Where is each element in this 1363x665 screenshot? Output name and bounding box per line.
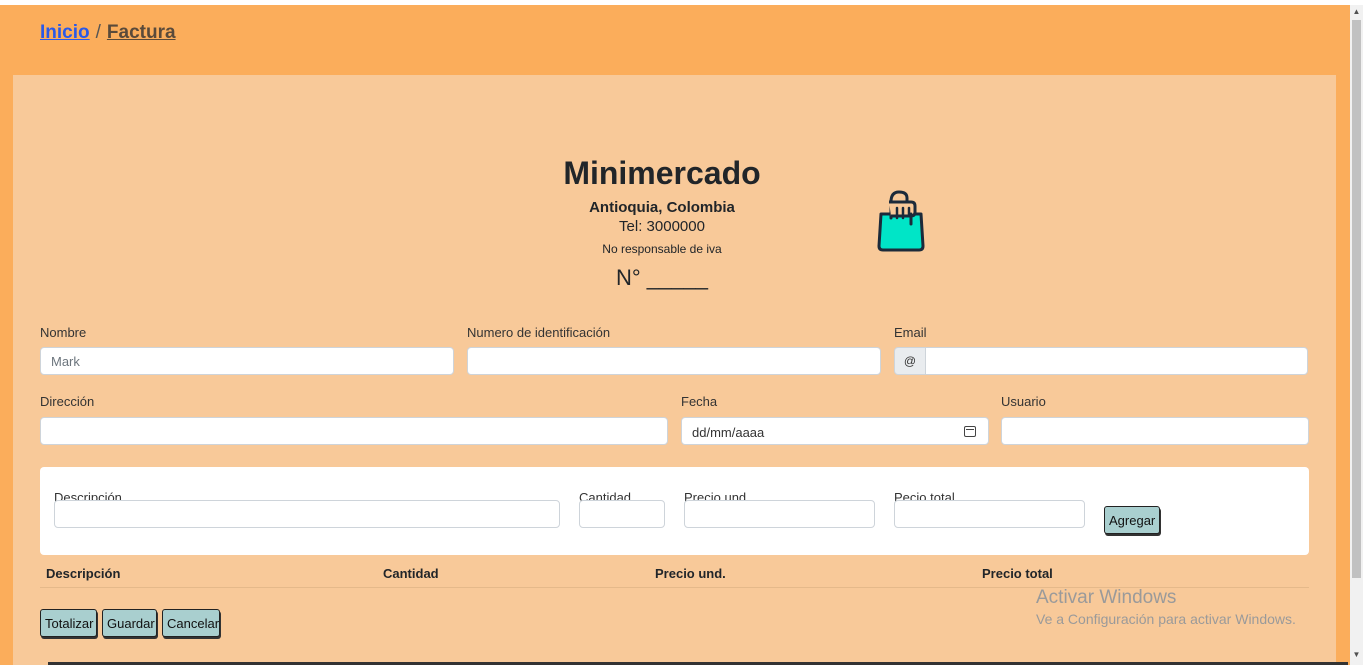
fecha-input[interactable]: dd/mm/aaaa: [681, 417, 989, 445]
store-location: Antioquia, Colombia: [589, 199, 735, 216]
table-header-cantidad: Cantidad: [383, 566, 439, 581]
identificacion-label: Numero de identificación: [467, 325, 611, 340]
tax-note: No responsable de iva: [602, 242, 722, 256]
breadcrumb-separator: /: [95, 22, 101, 43]
table-header-precio-total: Precio total: [982, 566, 1053, 581]
scroll-down-arrow-icon[interactable]: ▼: [1352, 650, 1361, 660]
invoice-number: N° _____: [616, 265, 708, 290]
usuario-input[interactable]: [1001, 417, 1309, 445]
windows-activation-title: Activar Windows: [1036, 587, 1177, 608]
agregar-button[interactable]: Agregar: [1104, 506, 1160, 534]
fecha-placeholder: dd/mm/aaaa: [692, 425, 765, 440]
table-header-precio-und: Precio und.: [655, 566, 726, 581]
precio-total-input[interactable]: [894, 500, 1085, 528]
breadcrumb: Inicio / Factura: [40, 22, 176, 44]
precio-und-input[interactable]: [684, 500, 875, 528]
store-phone: Tel: 3000000: [619, 218, 705, 235]
breadcrumb-current-link[interactable]: Factura: [107, 22, 176, 43]
direccion-label: Dirección: [40, 394, 95, 409]
cantidad-input[interactable]: [579, 500, 665, 528]
breadcrumb-home-link[interactable]: Inicio: [40, 22, 90, 43]
email-at-addon: @: [894, 347, 926, 375]
store-name: Minimercado: [563, 155, 761, 191]
table-header-descripcion: Descripción: [46, 566, 121, 581]
calendar-icon[interactable]: [964, 426, 976, 437]
nombre-label: Nombre: [40, 325, 87, 340]
email-label: Email: [894, 325, 927, 340]
guardar-button[interactable]: Guardar: [102, 609, 157, 637]
scroll-up-arrow-icon[interactable]: ▲: [1352, 7, 1361, 17]
usuario-label: Usuario: [1001, 394, 1046, 409]
invoice-panel: Minimercado Antioquia, Colombia Tel: 300…: [13, 75, 1336, 665]
scrollbar-thumb[interactable]: [1352, 20, 1361, 578]
totalizar-button[interactable]: Totalizar: [40, 609, 97, 637]
email-input[interactable]: [925, 347, 1308, 375]
nombre-input[interactable]: [40, 347, 454, 375]
direccion-input[interactable]: [40, 417, 668, 445]
descripcion-input[interactable]: [54, 500, 560, 528]
shopping-bag-icon: [877, 190, 925, 252]
fecha-label: Fecha: [681, 394, 718, 409]
cancelar-button[interactable]: Cancelar: [162, 609, 220, 637]
identificacion-input[interactable]: [467, 347, 881, 375]
windows-activation-subtitle: Ve a Configuración para activar Windows.: [1036, 611, 1296, 627]
window-top-edge: [0, 0, 1363, 5]
item-entry-card: Descripción Cantidad Precio und. Pecio t…: [40, 467, 1309, 555]
